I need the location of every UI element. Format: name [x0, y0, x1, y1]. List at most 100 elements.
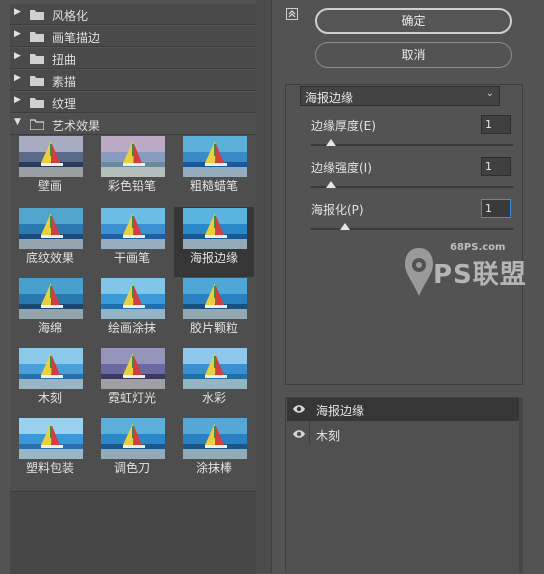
category-label: 素描 — [52, 75, 77, 89]
filter-thumbnail[interactable]: 干画笔 — [92, 207, 172, 277]
filter-preview-image — [183, 278, 247, 319]
category-stylize[interactable]: ▶ 风格化 — [10, 4, 256, 25]
filter-thumbnail[interactable]: 粗糙蜡笔 — [174, 135, 254, 205]
filter-preview-image — [19, 278, 83, 319]
category-brush-strokes[interactable]: ▶ 画笔描边 — [10, 26, 256, 47]
filter-thumbnail-label: 涂抹棒 — [195, 461, 232, 475]
expand-arrow-icon[interactable]: ▶ — [14, 73, 21, 83]
filter-thumbnail[interactable]: 霓虹灯光 — [92, 347, 172, 417]
folder-icon — [30, 32, 44, 42]
effect-layer-name: 木刻 — [316, 429, 341, 443]
layers-scrollbar[interactable] — [519, 397, 523, 573]
effect-layer-row[interactable]: 木刻 — [287, 423, 519, 446]
filter-thumbnail[interactable]: 木刻 — [10, 347, 90, 417]
posterization-label: 海报化(P) — [311, 203, 364, 217]
filter-thumbnail-label: 调色刀 — [113, 461, 150, 475]
filter-thumbnail-label: 胶片颗粒 — [189, 321, 238, 335]
filter-preview-image — [101, 418, 165, 459]
edge-thickness-label: 边缘厚度(E) — [311, 119, 376, 133]
filter-thumbnail[interactable]: 海绵 — [10, 277, 90, 347]
ok-button[interactable]: 确定 — [315, 8, 512, 34]
expand-arrow-icon[interactable]: ▶ — [14, 95, 21, 105]
filter-thumbnail[interactable]: 彩色铅笔 — [92, 135, 172, 205]
filter-preview-image — [183, 348, 247, 389]
filter-thumbnail-label: 壁画 — [37, 179, 62, 193]
effect-layer-row[interactable]: 海报边缘 — [287, 398, 519, 421]
filter-preview-image — [183, 208, 247, 249]
collapse-arrow-icon[interactable]: ▼ — [14, 117, 21, 127]
folder-icon — [30, 10, 44, 20]
filter-preview-image — [101, 136, 165, 177]
edge-intensity-slider-handle[interactable] — [326, 181, 337, 188]
filter-thumbnail[interactable]: 调色刀 — [92, 417, 172, 487]
posterization-input[interactable]: 1 — [481, 199, 511, 218]
folder-icon — [30, 54, 44, 64]
filter-preview-image — [101, 278, 165, 319]
filter-thumbnail[interactable]: 绘画涂抹 — [92, 277, 172, 347]
filter-thumbnail-label: 海报边缘 — [189, 251, 238, 265]
filter-thumbnail-label: 水彩 — [201, 391, 226, 405]
filter-preview-image — [19, 418, 83, 459]
category-sketch[interactable]: ▶ 素描 — [10, 70, 256, 91]
filter-thumbnail[interactable]: 胶片颗粒 — [174, 277, 254, 347]
filter-thumbnail-label: 彩色铅笔 — [107, 179, 156, 193]
edge-intensity-input[interactable]: 1 — [481, 157, 511, 176]
edge-thickness-slider-handle[interactable] — [326, 139, 337, 146]
filter-preview-image — [19, 136, 83, 177]
edge-intensity-slider[interactable] — [311, 186, 513, 188]
edge-intensity-label: 边缘强度(I) — [311, 161, 372, 175]
open-folder-icon — [30, 119, 44, 130]
filter-thumbnail[interactable]: 海报边缘 — [174, 207, 254, 277]
category-label: 纹理 — [52, 97, 77, 111]
filter-thumbnail[interactable]: 涂抹棒 — [174, 417, 254, 487]
filter-thumbnail-label: 海绵 — [37, 321, 62, 335]
cancel-button[interactable]: 取消 — [315, 42, 512, 68]
expand-arrow-icon[interactable]: ▶ — [14, 29, 21, 39]
posterization-slider-handle[interactable] — [339, 223, 350, 230]
category-label: 画笔描边 — [52, 31, 101, 45]
filter-thumbnail[interactable]: 底纹效果 — [10, 207, 90, 277]
watermark-site: 68PS.com — [450, 242, 506, 253]
filter-gallery-panel: ▶ 风格化 ▶ 画笔描边 ▶ 扭曲 ▶ 素描 ▶ 纹理 ▼ 艺术效果 壁画 彩色铅… — [0, 0, 271, 574]
gallery-empty-area — [10, 491, 256, 574]
filter-thumbnail-label: 粗糙蜡笔 — [189, 179, 238, 193]
eye-icon[interactable] — [292, 428, 306, 440]
filter-thumbnail[interactable]: 水彩 — [174, 347, 254, 417]
collapse-gallery-icon[interactable] — [286, 8, 298, 20]
filter-thumbnail[interactable]: 塑料包装 — [10, 417, 90, 487]
chevron-down-icon: ⌄ — [485, 88, 494, 99]
filter-preview-image — [183, 136, 247, 177]
expand-arrow-icon[interactable]: ▶ — [14, 51, 21, 61]
filter-thumbnail[interactable]: 壁画 — [10, 135, 90, 205]
expand-arrow-icon[interactable]: ▶ — [14, 7, 21, 17]
filter-thumbnail-label: 塑料包装 — [25, 461, 74, 475]
filter-thumbnail-label: 木刻 — [37, 391, 62, 405]
panel-divider — [271, 0, 272, 573]
watermark-logo-icon — [405, 248, 433, 296]
filter-preview-image — [19, 348, 83, 389]
filter-preview-image — [101, 348, 165, 389]
filter-preview-image — [101, 208, 165, 249]
filter-preview-image — [19, 208, 83, 249]
category-texture[interactable]: ▶ 纹理 — [10, 92, 256, 113]
category-label: 艺术效果 — [52, 119, 101, 133]
category-label: 风格化 — [52, 9, 89, 23]
filter-thumbnail-grid: 壁画 彩色铅笔 粗糙蜡笔底纹效果 干画笔 海报边缘海绵 绘画涂抹 胶片颗粒木刻 霓虹灯光 水彩塑… — [10, 135, 256, 491]
effect-layer-name: 海报边缘 — [316, 404, 365, 418]
folder-icon — [30, 76, 44, 86]
filter-thumbnail-label: 干画笔 — [113, 251, 150, 265]
folder-icon — [30, 98, 44, 108]
filter-select-value: 海报边缘 — [305, 91, 354, 105]
filter-thumbnail-label: 绘画涂抹 — [107, 321, 156, 335]
edge-thickness-input[interactable]: 1 — [481, 115, 511, 134]
filter-thumbnail-label: 底纹效果 — [25, 251, 74, 265]
filter-select[interactable]: 海报边缘 ⌄ — [300, 86, 500, 106]
filter-preview-image — [183, 418, 247, 459]
watermark-brand: PS联盟 — [433, 260, 527, 290]
filter-thumbnail-label: 霓虹灯光 — [107, 391, 156, 405]
eye-icon[interactable] — [292, 403, 306, 415]
gallery-scrollbar[interactable] — [256, 0, 271, 573]
edge-thickness-slider[interactable] — [311, 144, 513, 146]
category-artistic[interactable]: ▼ 艺术效果 — [10, 114, 256, 135]
category-distort[interactable]: ▶ 扭曲 — [10, 48, 256, 69]
